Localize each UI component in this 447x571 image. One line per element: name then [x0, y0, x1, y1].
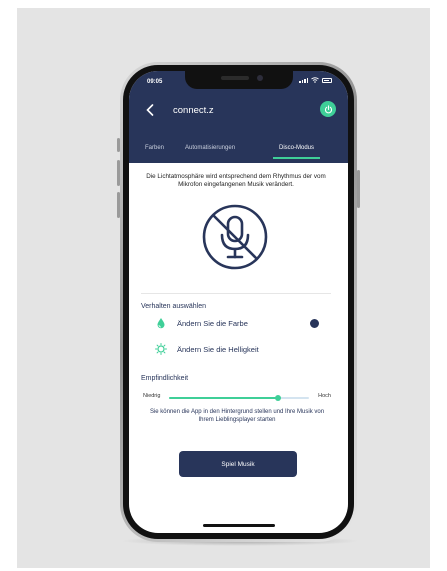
background-info-text: Sie können die App in den Hintergrund st… — [149, 409, 325, 423]
tab-farben[interactable]: Farben — [145, 145, 164, 151]
color-drop-icon — [155, 317, 167, 329]
status-time: 09:05 — [147, 79, 163, 85]
slider-low-label: Niedrig — [143, 393, 161, 399]
slider-thumb[interactable] — [275, 395, 282, 401]
behavior-section-title: Verhalten auswählen — [141, 303, 206, 310]
slider-high-label: Hoch — [318, 393, 331, 399]
notch — [184, 71, 293, 89]
tab-disco-modus[interactable]: Disco-Modus — [272, 145, 321, 159]
tab-automatisierungen[interactable]: Automatisierungen — [185, 145, 235, 151]
status-icons — [299, 77, 332, 83]
home-indicator — [202, 524, 275, 527]
divider — [141, 293, 331, 294]
sensitivity-slider[interactable] — [169, 395, 309, 401]
front-camera — [256, 75, 263, 81]
chevron-left-icon — [146, 104, 154, 116]
slider-fill — [169, 397, 279, 399]
side-power-button — [357, 170, 360, 208]
tab-bar: Farben Automatisierungen Disco-Modus — [129, 141, 348, 163]
option-change-brightness[interactable]: Ändern Sie die Helligkeit — [155, 343, 259, 355]
wifi-icon — [311, 77, 319, 83]
earpiece — [220, 76, 249, 80]
back-button[interactable] — [143, 103, 157, 117]
option-change-color[interactable]: Ändern Sie die Farbe — [155, 317, 331, 329]
sensitivity-slider-row: Niedrig Hoch — [143, 391, 331, 401]
app-title: connect.z — [173, 105, 214, 116]
mode-description: Die Lichtatmosphäre wird entsprechend de… — [146, 173, 326, 188]
phone-screen: 09:05 connect.z Farben Automatisierungen… — [129, 71, 348, 533]
phone-frame: 09:05 connect.z Farben Automatisierungen… — [120, 62, 357, 542]
sensitivity-section-title: Empfindlichkeit — [141, 375, 189, 382]
play-music-button[interactable]: Spiel Musik — [179, 451, 297, 477]
signal-icon — [299, 78, 308, 83]
option-selected-radio[interactable] — [310, 318, 319, 328]
power-icon — [324, 104, 332, 113]
power-toggle-button[interactable] — [320, 101, 336, 117]
option-label: Ändern Sie die Farbe — [177, 318, 248, 328]
option-label: Ändern Sie die Helligkeit — [177, 344, 259, 354]
battery-icon — [322, 78, 332, 83]
phone-bezel: 09:05 connect.z Farben Automatisierungen… — [123, 65, 354, 539]
brightness-icon — [155, 343, 167, 355]
microphone-off-icon — [202, 204, 268, 270]
